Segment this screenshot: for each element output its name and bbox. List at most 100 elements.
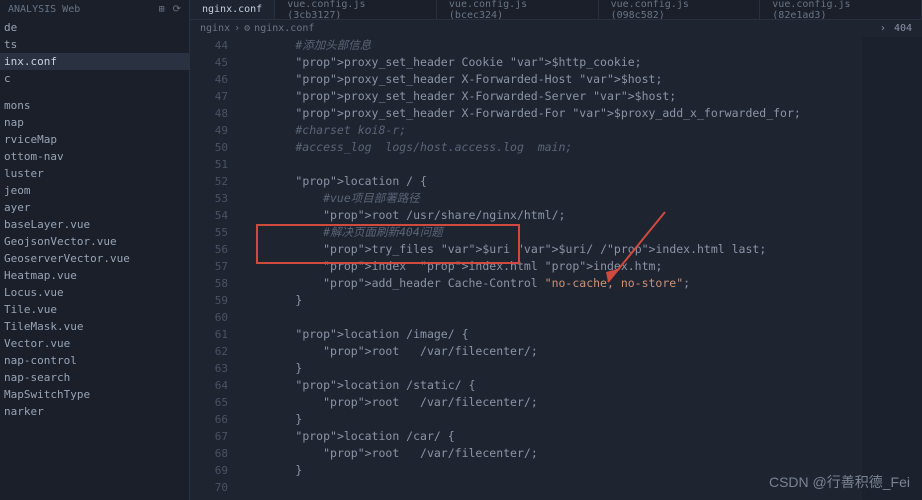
line-number: 63 bbox=[190, 360, 228, 377]
tree-item[interactable]: rviceMap bbox=[0, 131, 189, 148]
code-line[interactable]: "prop">proxy_set_header X-Forwarded-Serv… bbox=[240, 88, 922, 105]
tree-item[interactable]: GeojsonVector.vue bbox=[0, 233, 189, 250]
code-line[interactable]: "prop">root /var/filecenter/; bbox=[240, 394, 922, 411]
line-number: 54 bbox=[190, 207, 228, 224]
line-number: 53 bbox=[190, 190, 228, 207]
breadcrumb-part[interactable]: nginx.conf bbox=[254, 23, 314, 34]
line-gutter: 4445464748495051525354555657585960616263… bbox=[190, 37, 240, 500]
line-number: 56 bbox=[190, 241, 228, 258]
tab-nginx-conf[interactable]: nginx.conf bbox=[190, 0, 275, 19]
code-line[interactable]: "prop">index "prop">index.html "prop">in… bbox=[240, 258, 922, 275]
line-number: 69 bbox=[190, 462, 228, 479]
line-number: 50 bbox=[190, 139, 228, 156]
sidebar-title: ANALYSIS Web bbox=[8, 4, 80, 15]
line-number: 51 bbox=[190, 156, 228, 173]
tab-vue-config-2[interactable]: vue.config.js (bcec324) bbox=[437, 0, 599, 19]
tree-item[interactable]: ottom-nav bbox=[0, 148, 189, 165]
tree-item[interactable]: narker bbox=[0, 403, 189, 420]
line-number: 65 bbox=[190, 394, 228, 411]
file-explorer-sidebar: ANALYSIS Web ⊞ ⟳ de ts inx.conf c mons n… bbox=[0, 0, 190, 500]
chevron-right-icon[interactable]: › bbox=[880, 23, 886, 34]
editor-tabs: nginx.conf vue.config.js (3cb3127) vue.c… bbox=[190, 0, 922, 20]
chevron-right-icon: › bbox=[234, 23, 240, 34]
code-line[interactable]: "prop">add_header Cache-Control "no-cach… bbox=[240, 275, 922, 292]
sidebar-actions: ⊞ ⟳ bbox=[159, 4, 181, 15]
tree-item[interactable]: nap-search bbox=[0, 369, 189, 386]
tree-item[interactable]: ayer bbox=[0, 199, 189, 216]
code-line[interactable]: "prop">location /static/ { bbox=[240, 377, 922, 394]
tree-item[interactable]: ts bbox=[0, 36, 189, 53]
line-number: 47 bbox=[190, 88, 228, 105]
line-number: 66 bbox=[190, 411, 228, 428]
minimap[interactable] bbox=[862, 37, 922, 500]
line-number: 49 bbox=[190, 122, 228, 139]
line-number: 70 bbox=[190, 479, 228, 496]
code-line[interactable]: #解决页面刷新404问题 bbox=[240, 224, 922, 241]
tree-item[interactable]: nap-control bbox=[0, 352, 189, 369]
code-line[interactable]: "prop">location / { bbox=[240, 173, 922, 190]
line-number: 59 bbox=[190, 292, 228, 309]
code-line[interactable]: "prop">location /car/ { bbox=[240, 428, 922, 445]
line-number: 64 bbox=[190, 377, 228, 394]
line-number: 67 bbox=[190, 428, 228, 445]
code-area[interactable]: #添加头部信息 "prop">proxy_set_header Cookie "… bbox=[240, 37, 922, 500]
code-line[interactable]: "prop">proxy_set_header Cookie "var">$ht… bbox=[240, 54, 922, 71]
tree-item[interactable]: de bbox=[0, 19, 189, 36]
tree-item[interactable]: MapSwitchType bbox=[0, 386, 189, 403]
tree-item[interactable]: Tile.vue bbox=[0, 301, 189, 318]
tree-item[interactable]: Vector.vue bbox=[0, 335, 189, 352]
code-line[interactable]: #添加头部信息 bbox=[240, 37, 922, 54]
line-number: 44 bbox=[190, 37, 228, 54]
tab-vue-config-4[interactable]: vue.config.js (82e1ad3) bbox=[760, 0, 922, 19]
code-line[interactable]: } bbox=[240, 360, 922, 377]
sidebar-header: ANALYSIS Web ⊞ ⟳ bbox=[0, 0, 189, 19]
tree-item[interactable]: c bbox=[0, 70, 189, 87]
line-number: 52 bbox=[190, 173, 228, 190]
tab-vue-config-1[interactable]: vue.config.js (3cb3127) bbox=[275, 0, 437, 19]
code-line[interactable]: #charset koi8-r; bbox=[240, 122, 922, 139]
tree-item-active[interactable]: inx.conf bbox=[0, 53, 189, 70]
line-number: 58 bbox=[190, 275, 228, 292]
code-line[interactable]: } bbox=[240, 292, 922, 309]
code-line[interactable]: "prop">root /var/filecenter/; bbox=[240, 343, 922, 360]
line-number: 60 bbox=[190, 309, 228, 326]
new-file-icon[interactable]: ⊞ bbox=[159, 4, 165, 15]
line-number: 62 bbox=[190, 343, 228, 360]
app-container: ANALYSIS Web ⊞ ⟳ de ts inx.conf c mons n… bbox=[0, 0, 922, 500]
code-editor[interactable]: 4445464748495051525354555657585960616263… bbox=[190, 37, 922, 500]
breadcrumb-nav: › 404 bbox=[880, 23, 912, 34]
nav-label[interactable]: 404 bbox=[894, 23, 912, 34]
code-line[interactable]: } bbox=[240, 411, 922, 428]
refresh-icon[interactable]: ⟳ bbox=[173, 4, 181, 15]
tree-item[interactable]: jeom bbox=[0, 182, 189, 199]
tree-item[interactable]: TileMask.vue bbox=[0, 318, 189, 335]
line-number: 48 bbox=[190, 105, 228, 122]
watermark: CSDN @行善积德_Fei bbox=[769, 472, 910, 492]
code-line[interactable]: "prop">try_files "var">$uri "var">$uri/ … bbox=[240, 241, 922, 258]
tree-item[interactable]: Locus.vue bbox=[0, 284, 189, 301]
code-line[interactable] bbox=[240, 309, 922, 326]
tree-item[interactable]: Heatmap.vue bbox=[0, 267, 189, 284]
line-number: 57 bbox=[190, 258, 228, 275]
code-line[interactable]: "prop">location /image/ { bbox=[240, 326, 922, 343]
code-line[interactable]: "prop">proxy_set_header X-Forwarded-Host… bbox=[240, 71, 922, 88]
breadcrumb-part[interactable]: nginx bbox=[200, 23, 230, 34]
tree-item[interactable]: nap bbox=[0, 114, 189, 131]
code-line[interactable]: "prop">root /var/filecenter/; bbox=[240, 445, 922, 462]
tree-item[interactable]: mons bbox=[0, 97, 189, 114]
code-line[interactable]: #access_log logs/host.access.log main; bbox=[240, 139, 922, 156]
tab-vue-config-3[interactable]: vue.config.js (098c582) bbox=[599, 0, 761, 19]
gear-icon: ⚙ bbox=[244, 23, 250, 34]
code-line[interactable] bbox=[240, 156, 922, 173]
line-number: 55 bbox=[190, 224, 228, 241]
tree-item[interactable]: luster bbox=[0, 165, 189, 182]
line-number: 46 bbox=[190, 71, 228, 88]
main-panel: nginx.conf vue.config.js (3cb3127) vue.c… bbox=[190, 0, 922, 500]
line-number: 45 bbox=[190, 54, 228, 71]
tree-item[interactable]: baseLayer.vue bbox=[0, 216, 189, 233]
line-number: 61 bbox=[190, 326, 228, 343]
code-line[interactable]: "prop">proxy_set_header X-Forwarded-For … bbox=[240, 105, 922, 122]
code-line[interactable]: "prop">root /usr/share/nginx/html/; bbox=[240, 207, 922, 224]
code-line[interactable]: #vue项目部署路径 bbox=[240, 190, 922, 207]
tree-item[interactable]: GeoserverVector.vue bbox=[0, 250, 189, 267]
